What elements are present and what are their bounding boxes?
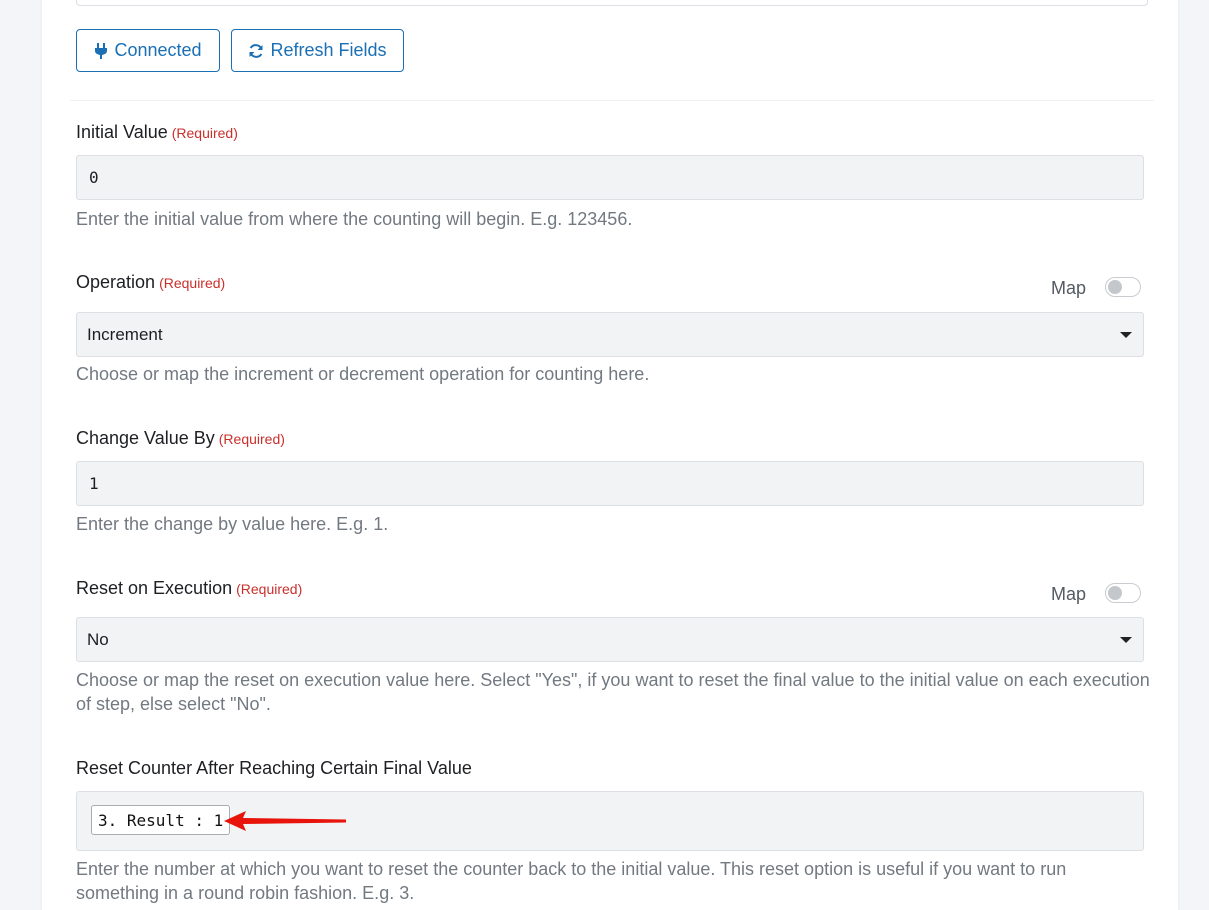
reset-on-execution-help: Choose or map the reset on execution val… — [76, 670, 1150, 714]
caret-down-icon — [1120, 636, 1132, 643]
change-value-by-label: Change Value By (Required) — [76, 428, 285, 449]
required-indicator: (Required) — [171, 125, 238, 141]
operation-selected-value: Increment — [87, 324, 163, 344]
initial-value-input[interactable]: 0 — [76, 155, 1144, 200]
required-indicator: (Required) — [236, 581, 303, 597]
initial-value-text: 0 — [89, 168, 99, 187]
connected-button-label: Connected — [114, 40, 202, 60]
caret-down-icon — [1120, 331, 1132, 338]
change-value-by-input[interactable]: 1 — [76, 461, 1144, 506]
operation-map-label: Map — [1051, 278, 1087, 298]
reset-on-execution-label-text: Reset on Execution — [76, 578, 233, 598]
reset-on-execution-label: Reset on Execution (Required) — [76, 578, 302, 599]
required-indicator: (Required) — [159, 275, 226, 291]
connected-button[interactable]: Connected — [76, 29, 220, 72]
section-divider — [70, 100, 1154, 101]
refresh-icon — [249, 43, 263, 58]
required-indicator: (Required) — [218, 431, 285, 447]
operation-select[interactable]: Increment — [76, 312, 1144, 357]
change-value-by-help: Enter the change by value here. E.g. 1. — [76, 514, 389, 534]
reset-counter-help: Enter the number at which you want to re… — [76, 859, 1067, 903]
reset-on-execution-map-label: Map — [1051, 584, 1087, 604]
change-value-by-label-text: Change Value By — [76, 428, 215, 448]
plug-icon — [95, 42, 108, 59]
mapped-value-chip[interactable]: 3. Result : 1 — [91, 805, 231, 835]
initial-value-label: Initial Value (Required) — [76, 122, 238, 143]
refresh-fields-button[interactable]: Refresh Fields — [231, 29, 404, 72]
operation-label: Operation (Required) — [76, 272, 225, 293]
operation-map-toggle[interactable] — [1105, 277, 1141, 297]
reset-on-execution-select[interactable]: No — [76, 617, 1144, 662]
initial-value-help: Enter the initial value from where the c… — [76, 209, 633, 229]
toggle-knob — [1108, 280, 1122, 294]
reset-on-execution-map-toggle[interactable] — [1105, 583, 1141, 603]
initial-value-label-text: Initial Value — [76, 122, 168, 142]
operation-label-text: Operation — [76, 272, 156, 292]
red-arrow-icon — [224, 811, 346, 831]
operation-help: Choose or map the increment or decrement… — [76, 364, 650, 384]
reset-on-execution-selected-value: No — [87, 629, 109, 649]
reset-counter-label: Reset Counter After Reaching Certain Fin… — [76, 758, 472, 778]
refresh-fields-label: Refresh Fields — [270, 40, 387, 60]
toggle-knob — [1108, 586, 1122, 600]
previous-field-input[interactable] — [76, 0, 1148, 6]
change-value-by-text: 1 — [89, 474, 99, 493]
